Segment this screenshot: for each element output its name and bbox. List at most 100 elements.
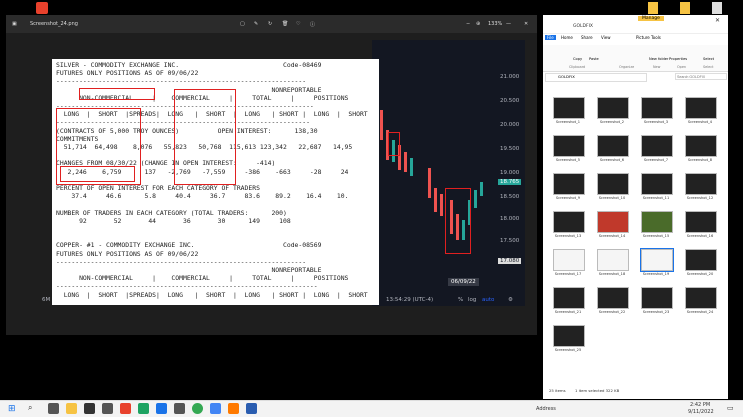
thumbnail-image[interactable] xyxy=(553,249,585,271)
thumbnail-label[interactable]: Screenshot_14 xyxy=(593,234,631,238)
thumbnail-image[interactable] xyxy=(640,248,674,272)
thumbnail-image[interactable] xyxy=(641,211,673,233)
address-bar[interactable]: GOLDFIX xyxy=(545,73,647,82)
ribbon-tab-file[interactable]: File xyxy=(545,35,556,40)
thumbnail-image[interactable] xyxy=(685,173,717,195)
heart-icon[interactable]: ♡ xyxy=(296,21,300,27)
windows-start-icon[interactable]: ⊞ xyxy=(8,404,16,414)
new-folder-button[interactable]: New folder xyxy=(649,57,668,61)
explorer-taskbar-icon[interactable] xyxy=(66,403,77,414)
thumbnail-label[interactable]: Screenshot_7 xyxy=(637,158,675,162)
thumbnail-label[interactable]: Screenshot_5 xyxy=(549,158,587,162)
copy-button[interactable]: Copy xyxy=(573,57,582,61)
picture-tools-tab[interactable]: Picture Tools xyxy=(636,35,661,40)
thumbnail-label[interactable]: Screenshot_1 xyxy=(549,120,587,124)
thumbnail-image[interactable] xyxy=(553,173,585,195)
task-view-icon[interactable] xyxy=(48,403,59,414)
thumbnail-label[interactable]: Screenshot_15 xyxy=(637,234,675,238)
auto-toggle[interactable]: auto xyxy=(482,297,494,303)
zoom-in-icon[interactable]: ⊕ xyxy=(476,21,480,27)
thumbnail-label[interactable]: Screenshot_19 xyxy=(637,272,675,276)
app-taskbar-icon[interactable] xyxy=(84,403,95,414)
app-taskbar-icon[interactable] xyxy=(210,403,221,414)
thumbnail-label[interactable]: Screenshot_2 xyxy=(593,120,631,124)
thumbnail-image[interactable] xyxy=(685,249,717,271)
thumbnail-image[interactable] xyxy=(685,135,717,157)
thumbnail-label[interactable]: Screenshot_22 xyxy=(593,310,631,314)
thumbnail-image[interactable] xyxy=(597,97,629,119)
app-taskbar-icon[interactable] xyxy=(228,403,239,414)
app-taskbar-icon[interactable] xyxy=(246,403,257,414)
thumbnail-image[interactable] xyxy=(597,173,629,195)
thumbnail-label[interactable]: Screenshot_25 xyxy=(549,348,587,352)
notification-icon[interactable]: ▭ xyxy=(727,404,734,412)
desktop-app-icon[interactable] xyxy=(36,2,48,14)
delete-icon[interactable]: 🗑 xyxy=(282,21,288,27)
app-taskbar-icon[interactable] xyxy=(138,403,149,414)
address-toolbar-label[interactable]: Address xyxy=(536,406,556,412)
thumbnail-image[interactable] xyxy=(553,97,585,119)
ribbon-tab-home[interactable]: Home xyxy=(561,35,573,40)
search-icon[interactable]: ⌕ xyxy=(28,403,32,413)
thumbnail-image[interactable] xyxy=(641,135,673,157)
edge-taskbar-icon[interactable] xyxy=(156,403,167,414)
thumbnail-image[interactable] xyxy=(553,287,585,309)
info-icon[interactable]: ⓘ xyxy=(310,21,315,28)
thumbnail-image[interactable] xyxy=(553,135,585,157)
thumbnail-label[interactable]: Screenshot_6 xyxy=(593,158,631,162)
thumbnail-label[interactable]: Screenshot_4 xyxy=(681,120,719,124)
thumbnail-image[interactable] xyxy=(685,97,717,119)
thumbnail-image[interactable] xyxy=(597,249,629,271)
thumbnail-label[interactable]: Screenshot_8 xyxy=(681,158,719,162)
thumbnail-label[interactable]: Screenshot_9 xyxy=(549,196,587,200)
thumbnail-label[interactable]: Screenshot_16 xyxy=(681,234,719,238)
clock-date[interactable]: 9/11/2022 xyxy=(688,409,714,415)
thumbnail-image[interactable] xyxy=(641,97,673,119)
desktop-folder-icon[interactable] xyxy=(648,2,658,14)
chrome-taskbar-icon[interactable] xyxy=(192,403,203,414)
thumbnail-image[interactable] xyxy=(641,287,673,309)
thumbnail-label[interactable]: Screenshot_21 xyxy=(549,310,587,314)
select-button[interactable]: Select xyxy=(703,57,714,61)
thumbnail-image[interactable] xyxy=(641,173,673,195)
thumbnail-image[interactable] xyxy=(685,211,717,233)
thumbnail-image[interactable] xyxy=(597,135,629,157)
thumbnail-label[interactable]: Screenshot_11 xyxy=(637,196,675,200)
zoom-out-icon[interactable]: − xyxy=(466,21,470,27)
app-taskbar-icon[interactable] xyxy=(174,403,185,414)
thumbnail-image[interactable] xyxy=(685,287,717,309)
ribbon-tab-share[interactable]: Share xyxy=(581,35,593,40)
thumbnail-label[interactable]: Screenshot_10 xyxy=(593,196,631,200)
thumbnail-label[interactable]: Screenshot_20 xyxy=(681,272,719,276)
minimize-icon[interactable]: — xyxy=(506,21,511,27)
thumbnail-label[interactable]: Screenshot_17 xyxy=(549,272,587,276)
paste-button[interactable]: Paste xyxy=(589,57,599,61)
manage-tab[interactable]: Manage xyxy=(638,16,664,21)
thumbnail-image[interactable] xyxy=(553,211,585,233)
search-input[interactable] xyxy=(675,73,727,80)
clock-time[interactable]: 2:42 PM xyxy=(690,402,710,408)
image-icon[interactable]: ▢ xyxy=(240,21,245,27)
close-icon[interactable]: ✕ xyxy=(715,17,720,24)
thumbnail-label[interactable]: Screenshot_3 xyxy=(637,120,675,124)
percent-toggle[interactable]: % xyxy=(458,297,463,303)
thumbnail-label[interactable]: Screenshot_23 xyxy=(637,310,675,314)
log-toggle[interactable]: log xyxy=(468,297,476,303)
close-icon[interactable]: ✕ xyxy=(524,21,528,27)
settings-icon[interactable]: ⚙ xyxy=(508,297,513,303)
thumbnail-label[interactable]: Screenshot_13 xyxy=(549,234,587,238)
ribbon-tab-view[interactable]: View xyxy=(601,35,611,40)
thumbnail-image[interactable] xyxy=(597,211,629,233)
app-taskbar-icon[interactable] xyxy=(102,403,113,414)
desktop-file-icon[interactable] xyxy=(712,2,722,14)
thumbnail-label[interactable]: Screenshot_18 xyxy=(593,272,631,276)
properties-button[interactable]: Properties xyxy=(669,57,687,61)
edit-icon[interactable]: ✎ xyxy=(254,21,258,27)
thumbnail-label[interactable]: Screenshot_12 xyxy=(681,196,719,200)
thumbnail-image[interactable] xyxy=(597,287,629,309)
desktop-folder-icon[interactable] xyxy=(680,2,690,14)
thumbnail-image[interactable] xyxy=(553,325,585,347)
thumbnail-label[interactable]: Screenshot_24 xyxy=(681,310,719,314)
app-taskbar-icon[interactable] xyxy=(120,403,131,414)
rotate-icon[interactable]: ↻ xyxy=(268,21,272,27)
